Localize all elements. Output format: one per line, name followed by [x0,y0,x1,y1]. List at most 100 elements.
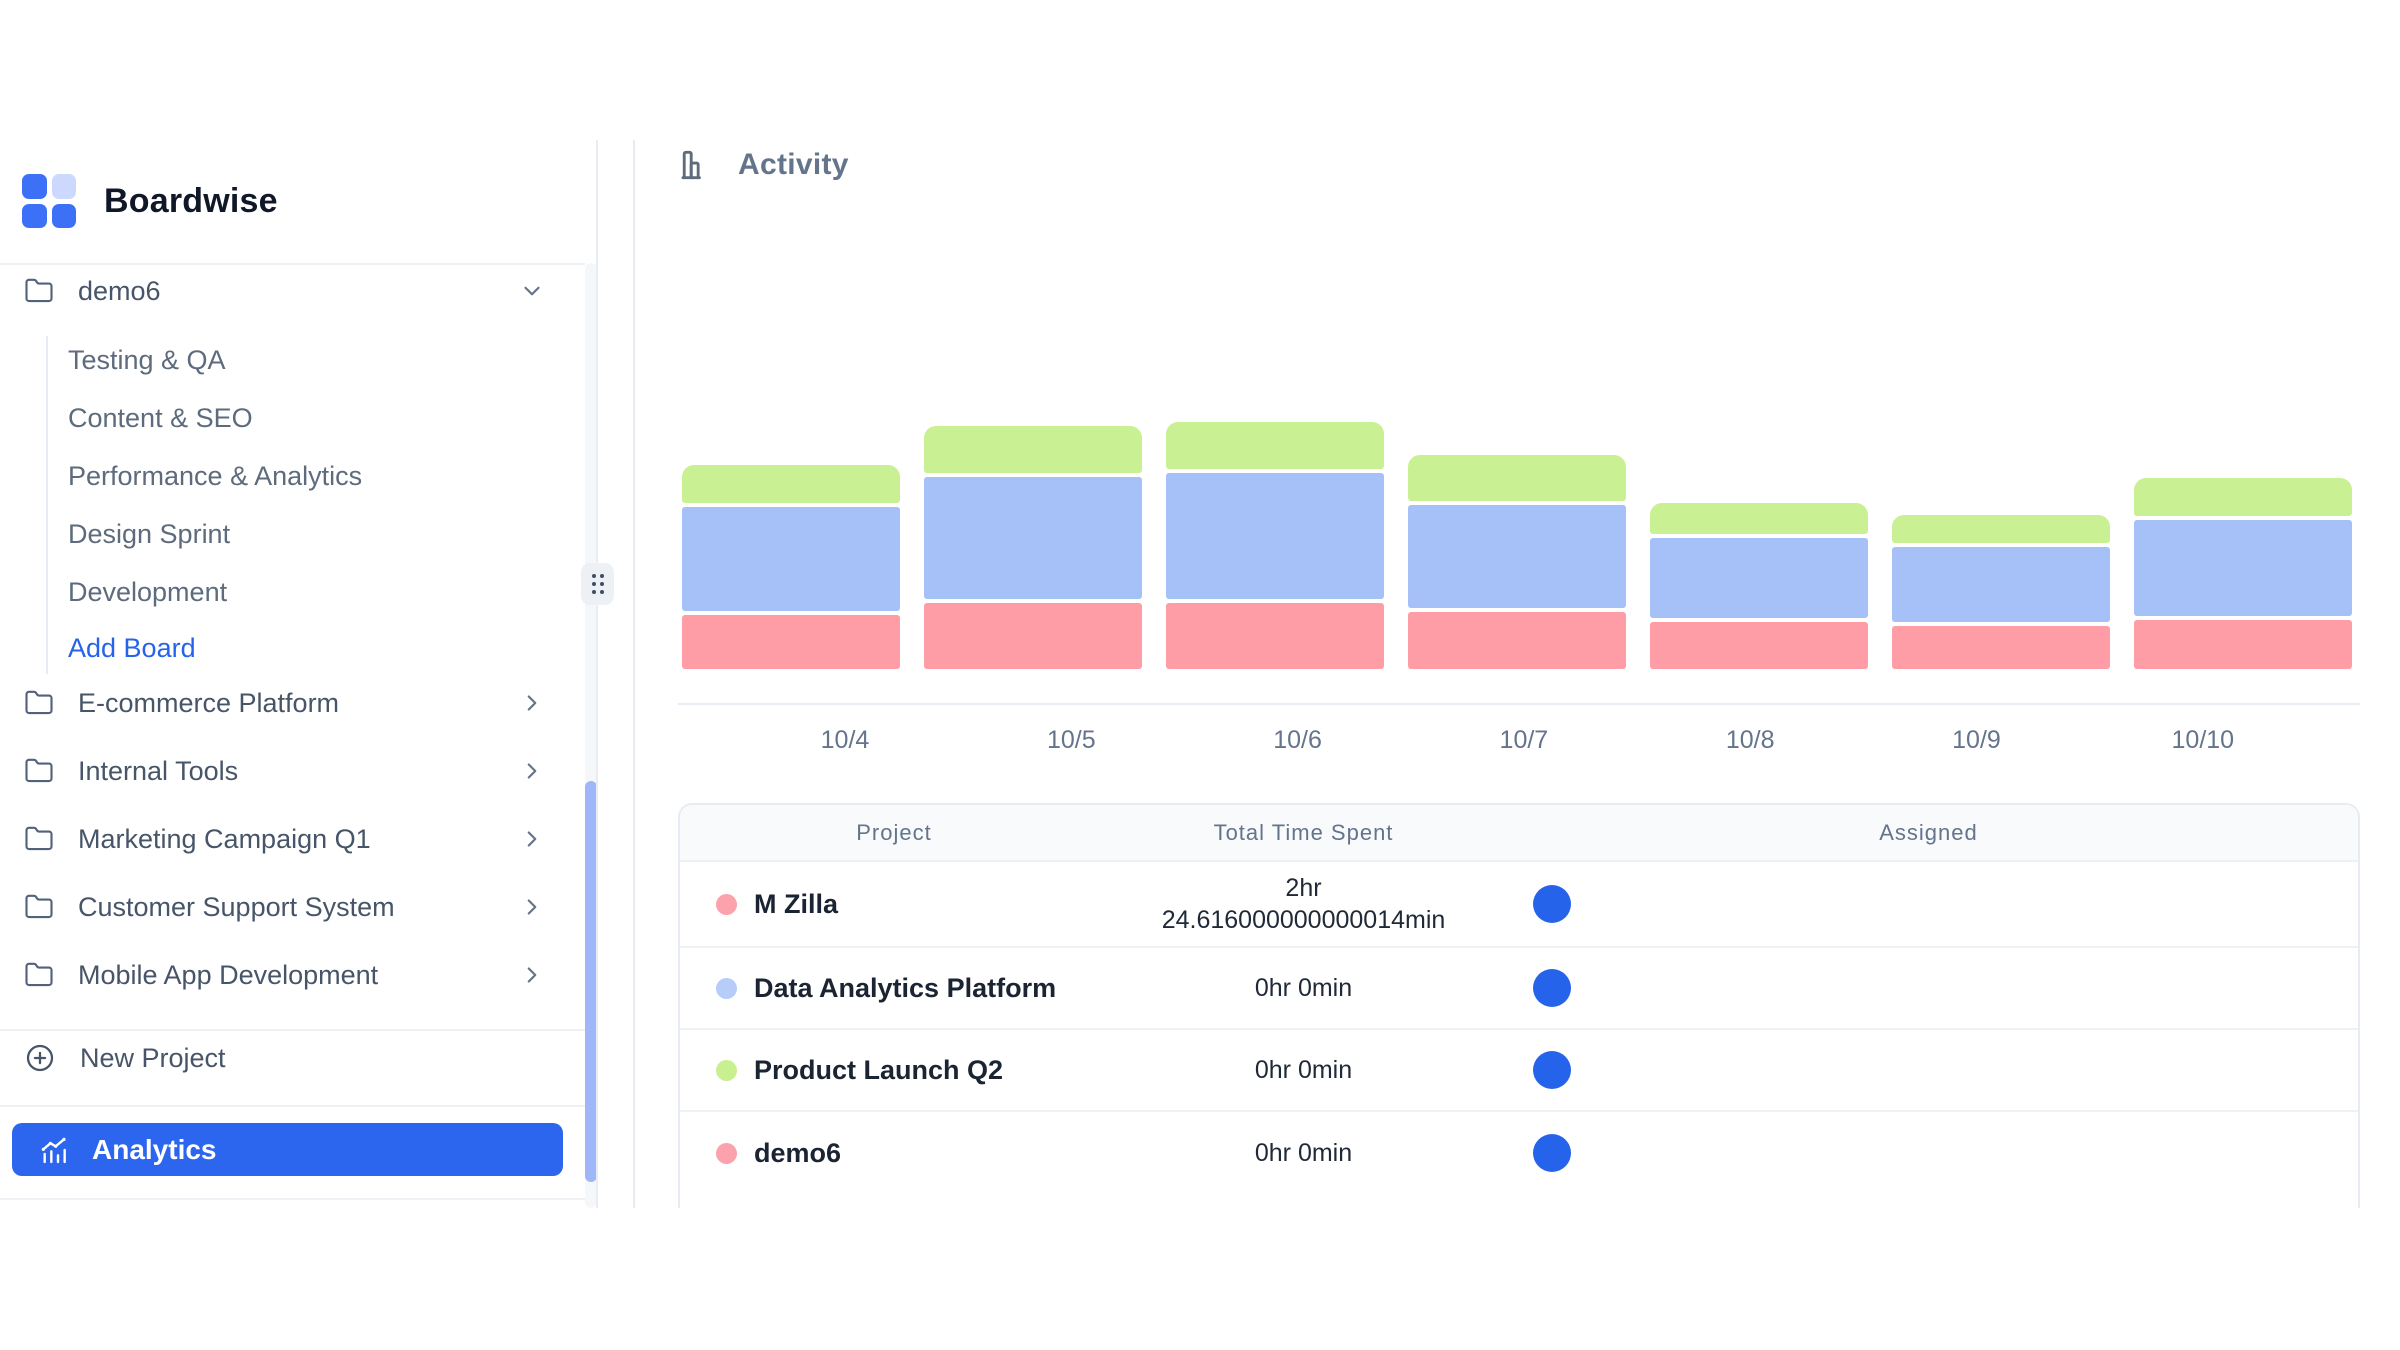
group-label: demo6 [78,276,519,307]
sidebar-project-item[interactable]: Marketing Campaign Q1 [0,814,585,864]
chevron-down-icon[interactable] [519,278,545,304]
add-board-link[interactable]: Add Board [68,621,362,675]
chevron-right-icon [519,826,545,852]
folder-icon [24,960,54,990]
sidebar-group-demo6[interactable]: demo6 [0,266,585,316]
sidebar-project-item[interactable]: Mobile App Development [0,950,585,1000]
bar-segment-product-launch-q2[interactable] [1650,503,1868,534]
board-list: Testing & QA Content & SEO Performance &… [68,331,362,675]
project-name: Data Analytics Platform [754,973,1056,1004]
bar-segment-m-zilla[interactable] [1408,612,1626,669]
sidebar-bottom-border [0,1198,585,1200]
project-color-dot [716,1143,737,1164]
bar-segment-product-launch-q2[interactable] [1166,422,1384,469]
brand-title: Boardwise [104,182,278,221]
bar-chart-icon [676,146,714,184]
bar-segment-m-zilla[interactable] [1166,603,1384,669]
x-axis-label: 10/10 [2093,726,2313,755]
tree-indent-line [46,336,48,674]
bar-segment-data-analytics-platform[interactable] [924,477,1142,599]
bar-segment-m-zilla[interactable] [1650,622,1868,669]
table-row: Product Launch Q2 0hr 0min [680,1030,2358,1112]
total-time-spent: 0hr 0min [1108,972,1499,1004]
project-color-dot [716,1060,737,1081]
x-axis-label: 10/6 [1188,726,1408,755]
table-body: M Zilla 2hr24.616000000000014min Data An… [680,862,2358,1194]
folder-icon [24,892,54,922]
sidebar-board-item[interactable]: Performance & Analytics [68,447,362,505]
project-color-dot [716,978,737,999]
sidebar-divider [0,1029,585,1031]
column-header-project: Project [680,820,1108,846]
sidebar-board-item[interactable]: Content & SEO [68,389,362,447]
bar-segment-product-launch-q2[interactable] [1408,455,1626,501]
table-row: demo6 0hr 0min [680,1112,2358,1194]
grip-handle-icon[interactable] [581,563,614,605]
sidebar-divider [0,263,585,265]
table-row: M Zilla 2hr24.616000000000014min [680,862,2358,948]
sidebar: Boardwise demo6 Testing & QA Content & S… [0,130,585,1208]
analytics-nav-button[interactable]: Analytics [12,1123,563,1176]
sidebar-rail-line [596,140,598,1208]
bar-segment-data-analytics-platform[interactable] [682,507,900,611]
bar-segment-product-launch-q2[interactable] [2134,478,2352,516]
project-name: demo6 [754,1138,841,1169]
assignee-avatar[interactable] [1533,1051,1571,1089]
assignee-avatar[interactable] [1533,1134,1571,1172]
plus-circle-icon [24,1042,56,1074]
table-row: Data Analytics Platform 0hr 0min [680,948,2358,1030]
table-header: Project Total Time Spent Assigned [680,805,2358,862]
bar-segment-product-launch-q2[interactable] [682,465,900,503]
sidebar-board-item[interactable]: Testing & QA [68,331,362,389]
total-time-spent: 2hr24.616000000000014min [1108,872,1499,936]
content-divider [633,140,635,1208]
folder-icon [24,688,54,718]
project-color-dot [716,894,737,915]
chevron-right-icon [519,894,545,920]
new-project-button[interactable]: New Project [0,1033,585,1083]
x-axis-label: 10/5 [961,726,1181,755]
project-list: E-commerce Platform Internal Tools Marke… [0,678,585,1018]
assignee-avatar[interactable] [1533,969,1571,1007]
chevron-right-icon [519,758,545,784]
bar-segment-m-zilla[interactable] [682,615,900,669]
bar-segment-product-launch-q2[interactable] [924,426,1142,473]
sidebar-project-item[interactable]: E-commerce Platform [0,678,585,728]
folder-icon [24,756,54,786]
sidebar-divider [0,1105,585,1107]
bar-segment-m-zilla[interactable] [1892,626,2110,669]
bar-segment-data-analytics-platform[interactable] [1408,505,1626,608]
bar-segment-data-analytics-platform[interactable] [1650,538,1868,618]
activity-header: Activity [676,146,849,184]
time-spent-table: Project Total Time Spent Assigned M Zill… [678,803,2360,1208]
grid-logo-icon [22,174,76,228]
x-axis-label: 10/7 [1414,726,1634,755]
bar-segment-product-launch-q2[interactable] [1892,515,2110,543]
x-axis-label: 10/9 [1867,726,2087,755]
brand-row: Boardwise [22,174,278,228]
x-axis-label: 10/4 [735,726,955,755]
column-header-total-time: Total Time Spent [1108,820,1499,846]
app-root: Boardwise demo6 Testing & QA Content & S… [0,0,2400,1350]
chevron-right-icon [519,962,545,988]
x-axis-line [678,703,2360,705]
sidebar-board-item[interactable]: Development [68,563,362,621]
x-axis-label: 10/8 [1640,726,1860,755]
column-header-assigned: Assigned [1499,820,2358,846]
total-time-spent: 0hr 0min [1108,1137,1499,1169]
analytics-icon [38,1134,70,1166]
assignee-avatar[interactable] [1533,885,1571,923]
project-name: M Zilla [754,889,838,920]
sidebar-board-item[interactable]: Design Sprint [68,505,362,563]
bar-segment-m-zilla[interactable] [2134,620,2352,669]
bar-segment-m-zilla[interactable] [924,603,1142,669]
project-name: Product Launch Q2 [754,1055,1003,1086]
chevron-right-icon [519,690,545,716]
sidebar-project-item[interactable]: Internal Tools [0,746,585,796]
sidebar-project-item[interactable]: Customer Support System [0,882,585,932]
bar-segment-data-analytics-platform[interactable] [2134,520,2352,616]
page-title: Activity [738,148,849,182]
total-time-spent: 0hr 0min [1108,1054,1499,1086]
bar-segment-data-analytics-platform[interactable] [1892,547,2110,622]
bar-segment-data-analytics-platform[interactable] [1166,473,1384,599]
